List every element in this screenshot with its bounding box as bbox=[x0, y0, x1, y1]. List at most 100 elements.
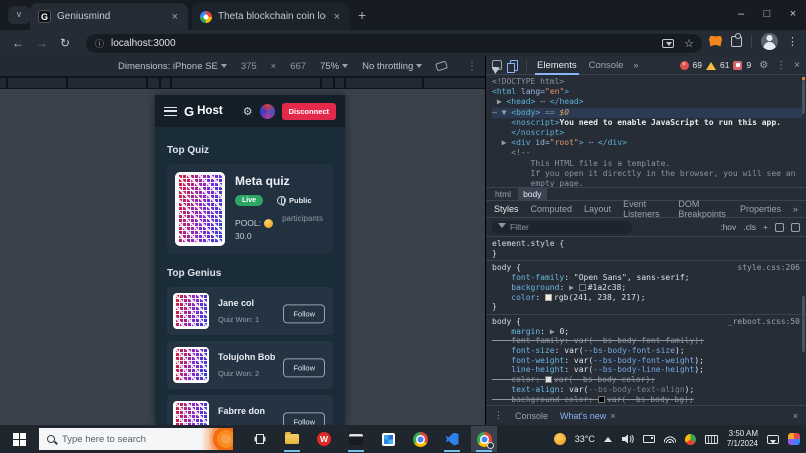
more-tabs-icon[interactable]: » bbox=[793, 204, 798, 214]
touch-keyboard-icon[interactable] bbox=[704, 434, 718, 444]
tab-styles[interactable]: Styles bbox=[494, 204, 519, 214]
temperature-label[interactable]: 33°C bbox=[575, 434, 595, 444]
extensions-puzzle-icon[interactable] bbox=[731, 33, 742, 47]
pool-label: POOL: bbox=[235, 218, 261, 228]
browser-menu-icon[interactable]: ⋮ bbox=[787, 35, 798, 48]
drawer-close-icon[interactable]: × bbox=[793, 411, 798, 421]
metamask-extension-icon[interactable] bbox=[709, 35, 722, 47]
window-minimize-button[interactable]: – bbox=[728, 0, 754, 28]
tab-console[interactable]: Console bbox=[587, 56, 626, 75]
microsoft-store-button[interactable] bbox=[375, 426, 401, 452]
drawer-menu-icon[interactable]: ⋮ bbox=[494, 410, 503, 421]
forward-button[interactable]: → bbox=[36, 36, 48, 50]
more-panels-icon[interactable]: » bbox=[633, 60, 638, 70]
tab-search-button[interactable]: v bbox=[8, 6, 30, 24]
antivirus-icon[interactable] bbox=[684, 433, 696, 445]
tab-elements[interactable]: Elements bbox=[535, 56, 579, 75]
genius-list-item[interactable]: Jane col Quiz Won: 1 Follow bbox=[167, 287, 333, 335]
devtools-close-icon[interactable]: × bbox=[794, 60, 800, 71]
tab-event-listeners[interactable]: Event Listeners bbox=[623, 199, 666, 219]
follow-button[interactable]: Follow bbox=[283, 412, 325, 425]
hidden-icons-chevron[interactable] bbox=[603, 433, 612, 442]
error-count[interactable]: 69 bbox=[693, 60, 702, 70]
disconnect-button[interactable]: Disconnect bbox=[281, 102, 336, 120]
device-dimensions-select[interactable]: Dimensions: iPhone SE bbox=[118, 61, 227, 72]
inspect-element-icon[interactable] bbox=[492, 60, 502, 70]
device-toolbar-toggle-icon[interactable] bbox=[507, 59, 518, 73]
throttling-select[interactable]: No throttling bbox=[362, 61, 423, 72]
bookmark-star-icon[interactable]: ☆ bbox=[684, 37, 694, 50]
start-button[interactable] bbox=[13, 432, 26, 446]
devtools-menu-icon[interactable]: ⋮ bbox=[776, 60, 786, 71]
breadcrumb-html[interactable]: html bbox=[490, 188, 516, 200]
browser-profile-avatar[interactable] bbox=[761, 33, 778, 50]
styles-scrollbar[interactable] bbox=[802, 296, 805, 352]
tab-computed[interactable]: Computed bbox=[531, 204, 573, 214]
devtools-settings-gear-icon[interactable]: ⚙ bbox=[759, 60, 768, 71]
drawer-tab-close-icon[interactable]: × bbox=[610, 411, 615, 421]
drawer-tab-whats-new[interactable]: What's new bbox=[560, 411, 606, 421]
css-rule-element-style[interactable]: element.style {} bbox=[486, 237, 806, 262]
genius-qr-avatar bbox=[173, 401, 209, 425]
chrome-active-button[interactable] bbox=[471, 426, 497, 452]
chrome-button[interactable] bbox=[407, 426, 433, 452]
user-avatar[interactable] bbox=[259, 103, 275, 119]
speaker-icon[interactable] bbox=[621, 434, 634, 444]
issues-count[interactable]: 9 bbox=[746, 60, 751, 70]
install-app-icon[interactable] bbox=[662, 39, 675, 48]
device-width-input[interactable]: 375 bbox=[241, 61, 257, 72]
new-style-rule-button[interactable]: + bbox=[763, 222, 768, 232]
device-toolbar-menu-icon[interactable]: ⋮ bbox=[467, 61, 477, 72]
device-height-input[interactable]: 667 bbox=[290, 61, 306, 72]
elements-scrollbar[interactable] bbox=[802, 80, 805, 114]
clock[interactable]: 3:50 AM 7/1/2024 bbox=[727, 429, 758, 449]
color-scheme-icon[interactable] bbox=[775, 222, 784, 232]
notifications-icon[interactable] bbox=[767, 434, 779, 444]
tab-properties[interactable]: Properties bbox=[740, 204, 781, 214]
back-button[interactable]: ← bbox=[12, 36, 24, 50]
window-close-button[interactable]: × bbox=[780, 0, 806, 28]
new-tab-button[interactable]: + bbox=[358, 7, 366, 23]
task-view-button[interactable] bbox=[247, 426, 273, 452]
genius-list-item[interactable]: Fabrre don Quiz Won: 3 Follow bbox=[167, 395, 333, 425]
reload-button[interactable]: ↻ bbox=[60, 36, 70, 50]
quiz-card[interactable]: Meta quiz Live Public POOL: 30.0 partici… bbox=[167, 164, 333, 254]
breadcrumb-body[interactable]: body bbox=[518, 188, 547, 200]
app-brand[interactable]: G Host bbox=[184, 104, 223, 119]
touchpad-icon[interactable] bbox=[642, 435, 655, 443]
warning-count[interactable]: 61 bbox=[720, 60, 729, 70]
task-view-icon bbox=[256, 434, 264, 444]
css-rule-body-reboot[interactable]: _reboot.scss:50 body { margin: ▶ 0; font-… bbox=[486, 315, 806, 404]
tab-layout[interactable]: Layout bbox=[584, 204, 611, 214]
follow-button[interactable]: Follow bbox=[283, 358, 325, 378]
settings-gear-icon[interactable]: ⚙ bbox=[243, 105, 253, 118]
file-explorer-button[interactable] bbox=[279, 426, 305, 452]
tab-dom-breakpoints[interactable]: DOM Breakpoints bbox=[678, 199, 728, 219]
weather-sun-icon[interactable] bbox=[553, 433, 566, 445]
drawer-tab-console[interactable]: Console bbox=[515, 411, 548, 421]
tab-close-icon[interactable]: × bbox=[170, 11, 180, 23]
elements-tree[interactable]: <!DOCTYPE html> <html lang="en"> ▶ <head>… bbox=[486, 75, 806, 187]
genius-list-item[interactable]: Tolujohn Bob Quiz Won: 2 Follow bbox=[167, 341, 333, 389]
tab-close-icon[interactable]: × bbox=[332, 11, 342, 23]
styles-filter-input[interactable]: Filter bbox=[492, 220, 632, 234]
toggle-hover-state-button[interactable]: :hov bbox=[720, 222, 736, 232]
computed-sidebar-icon[interactable] bbox=[791, 222, 800, 232]
tab-theta-search[interactable]: Theta blockchain coin logo - G… × bbox=[192, 3, 350, 30]
window-maximize-button[interactable]: □ bbox=[754, 0, 780, 28]
wifi-icon[interactable] bbox=[663, 435, 676, 443]
wps-office-button[interactable]: W bbox=[311, 426, 337, 452]
color-app-icon[interactable] bbox=[788, 433, 800, 445]
rotate-device-icon[interactable] bbox=[435, 60, 449, 72]
vscode-button[interactable] bbox=[439, 426, 465, 452]
toggle-class-button[interactable]: .cls bbox=[743, 222, 756, 232]
css-rule-body-stylecss[interactable]: style.css:206 body { font-family: "Open S… bbox=[486, 261, 806, 315]
taskbar-search-input[interactable]: Type here to search bbox=[39, 428, 233, 450]
address-bar[interactable]: ⓘ localhost:3000 ☆ bbox=[86, 34, 702, 53]
hamburger-menu-icon[interactable] bbox=[164, 106, 177, 116]
follow-button[interactable]: Follow bbox=[283, 304, 325, 324]
terminal-button[interactable] bbox=[343, 426, 369, 452]
tab-geniusmind[interactable]: G Geniusmind × bbox=[30, 3, 188, 30]
site-info-icon[interactable]: ⓘ bbox=[95, 37, 104, 50]
zoom-select[interactable]: 75% bbox=[320, 61, 349, 72]
